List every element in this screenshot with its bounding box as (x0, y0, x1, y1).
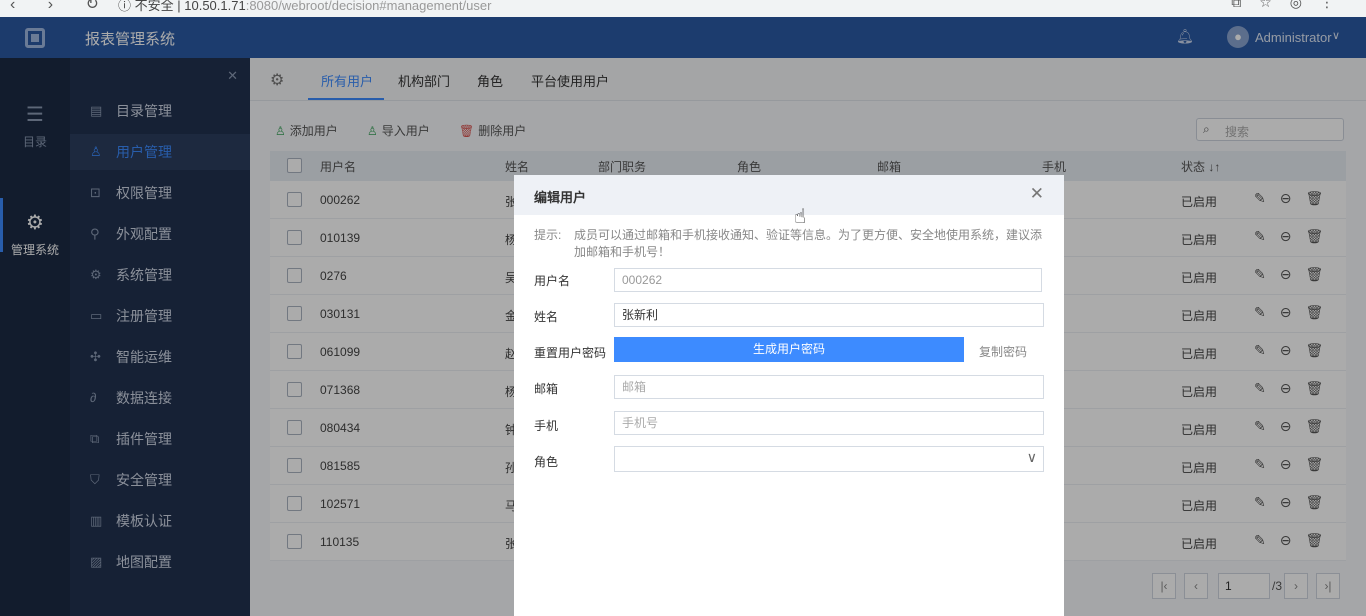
edit-user-dialog: 编辑用户 ✕ 提示: 成员可以通过邮箱和手机接收通知、验证等信息。为了更方便、安… (514, 175, 1064, 616)
dialog-hint: 提示: 成员可以通过邮箱和手机接收通知、验证等信息。为了更方便、安全地使用系统，… (534, 227, 1042, 259)
name-label: 姓名 (534, 310, 559, 324)
browser-toolbar: ‹ › ↻ ⓘ 不安全 | 10.50.1.71:8080/webroot/de… (0, 0, 1366, 17)
username-field: 000262 (614, 268, 1042, 292)
address-bar[interactable]: ⓘ 不安全 | 10.50.1.71:8080/webroot/decision… (118, 0, 491, 14)
copy-password-button[interactable]: 复制密码 (979, 343, 1027, 360)
browser-nav-icons[interactable]: ‹ › ↻ (10, 0, 113, 14)
reset-password-label: 重置用户密码 (534, 346, 607, 360)
close-icon[interactable]: ✕ (1030, 184, 1044, 204)
dialog-header: 编辑用户 ✕ (514, 175, 1064, 215)
role-label: 角色 (534, 455, 559, 469)
name-field[interactable]: 张新利 (614, 303, 1044, 327)
hand-cursor-icon: ☝ (794, 206, 807, 228)
email-field[interactable]: 邮箱 (614, 375, 1044, 399)
role-select[interactable]: ∨ (614, 446, 1044, 472)
url-host: 10.50.1.71 (184, 0, 246, 13)
url-path: :8080/webroot/decision#management/user (245, 0, 492, 13)
phone-field[interactable]: 手机号 (614, 411, 1044, 435)
security-label: 不安全 (134, 0, 174, 13)
generate-password-button[interactable]: 生成用户密码 (614, 337, 964, 362)
chevron-down-icon: ∨ (1026, 449, 1037, 465)
email-label: 邮箱 (534, 382, 559, 396)
phone-label: 手机 (534, 419, 559, 433)
browser-action-icons[interactable]: ⧉☆◎⋮ (1231, 0, 1352, 11)
hint-label: 提示: (534, 228, 562, 242)
hint-text: 成员可以通过邮箱和手机接收通知、验证等信息。为了更方便、安全地使用系统，建议添加… (574, 228, 1043, 259)
username-label: 用户名 (534, 274, 571, 288)
dialog-title: 编辑用户 (534, 190, 587, 205)
